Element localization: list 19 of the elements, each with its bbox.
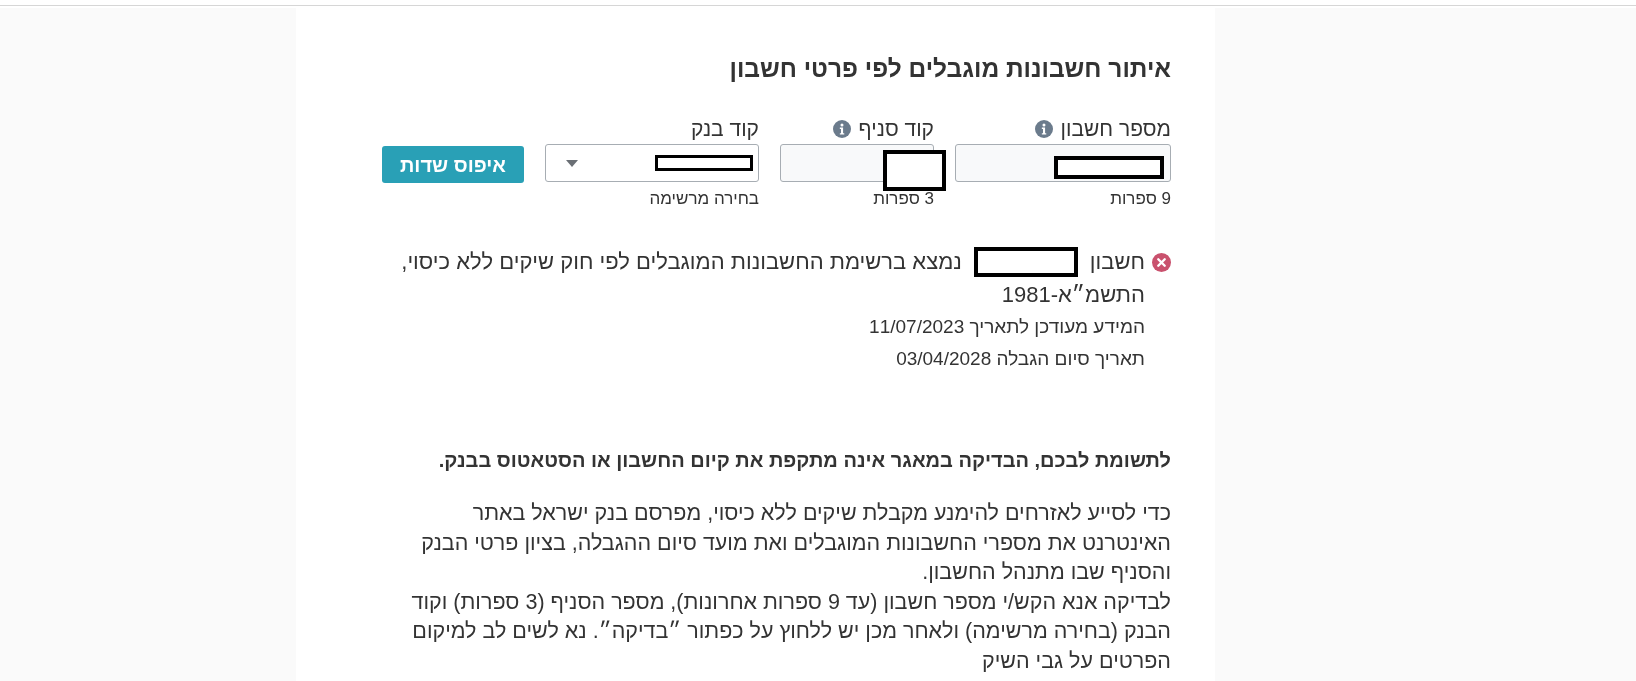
caret-icon — [566, 159, 578, 167]
reset-button[interactable]: איפוס שדות — [382, 146, 524, 183]
restriction-end-text: תאריך סיום הגבלה 03/04/2028 — [896, 347, 1145, 371]
body-paragraph: כדי לסייע לאזרחים להימנע מקבלת שיקים ללא כיסוי, מפרסם בנק ישראל באתר האינטרנט את מספרי החשבונות המוגבלים ואת מועד סיום ההגבלה, בציון פרטי הבנק והסניף שבו מתנהל החשבון. — [420, 500, 1171, 586]
result-text: חשבון — [1089, 248, 1145, 276]
page-title: איתור חשבונות מוגבלים לפי פרטי חשבון — [728, 54, 1171, 84]
info-icon[interactable] — [832, 120, 851, 138]
result-text: התשמ״א-1981 — [1001, 281, 1145, 309]
info-icon[interactable] — [1034, 120, 1053, 138]
body-paragraph: לבדיקה אנא הקש/י מספר חשבון (עד 9 ספרות אחרונות), מספר הסניף (3 ספרות) וקוד הבנק (בחירה מרשימה) ולאחר מכן יש ללחוץ על כפתור ״בדיקה״. נא לשים לב למיקום הפרטים על גבי השיק — [410, 588, 1171, 675]
field-label: קוד סניף — [858, 117, 934, 141]
field-hint: בחירה מרשימה — [649, 189, 759, 209]
field-label: קוד בנק — [691, 117, 759, 141]
notice-text: לתשומת לבכם, הבדיקה במאגר אינה מתקפת את קיום החשבון או הסטאטוס בבנק. — [437, 448, 1171, 473]
result-text: נמצא ברשימת החשבונות המוגבלים לפי חוק שיקים ללא כיסוי, — [401, 248, 962, 276]
field-hint: 3 ספרות — [873, 189, 934, 209]
field-hint: 9 ספרות — [1110, 189, 1171, 209]
updated-date-text: המידע מעודכן לתאריך 11/07/2023 — [869, 315, 1145, 339]
field-label: מספר חשבון — [1060, 117, 1171, 141]
